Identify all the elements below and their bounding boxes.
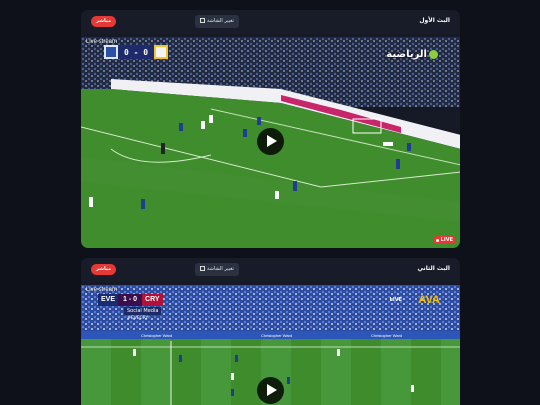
fullscreen-button[interactable]: تغيير الشاشة [195, 263, 239, 276]
video-player[interactable]: Christopher Ward Christopher Ward Christ… [81, 285, 460, 405]
away-team-crest-icon [154, 45, 169, 59]
social-media-badge: Social Media [124, 307, 162, 315]
play-button[interactable] [257, 128, 284, 155]
home-team-crest-icon [104, 45, 118, 59]
fullscreen-button-label: تغيير الشاشة [207, 266, 234, 272]
score: 0 - 0 [124, 47, 149, 57]
video-player[interactable]: De Luxe Vodka [81, 37, 460, 248]
fullscreen-icon [200, 266, 205, 271]
ad-board-text: Christopher Ward [371, 333, 402, 338]
stream-card-header: مباشر تغيير الشاشة البث الثاني [81, 258, 460, 282]
fullscreen-button[interactable]: تغيير الشاشة [195, 15, 239, 28]
fullscreen-icon [200, 18, 205, 23]
ad-board-text: Christopher Ward [261, 333, 292, 338]
live-button[interactable]: مباشر [91, 264, 117, 275]
broadcaster-logo: AVA [418, 294, 440, 306]
away-team: CRY [142, 294, 163, 306]
hashtag: #EVECRY [127, 316, 149, 321]
play-button[interactable] [257, 377, 284, 404]
scoreboard: EVE 1 - 0 CRY [98, 294, 163, 306]
home-team: EVE [98, 294, 119, 306]
fullscreen-button-label: تغيير الشاشة [207, 18, 234, 24]
channel-logo: الرياضية [386, 49, 438, 60]
scoreboard: 0 - 0 [104, 45, 169, 59]
ad-board-text: Christopher Ward [141, 333, 172, 338]
live-button[interactable]: مباشر [91, 16, 117, 27]
broadcaster-live-label: LIVE [389, 297, 402, 303]
stream-title: البث الأول [419, 17, 450, 24]
stream-card-1: مباشر تغيير الشاشة البث الأول Live strea… [81, 10, 460, 248]
live-badge: LIVE [432, 236, 456, 244]
stream-card-header: مباشر تغيير الشاشة البث الأول [81, 10, 460, 34]
score: 1 - 0 [118, 294, 143, 306]
channel-logo-icon [429, 49, 438, 59]
live-stream-label: Live stream [86, 287, 118, 293]
stream-card-2: مباشر تغيير الشاشة البث الثاني Christoph… [81, 258, 460, 405]
stream-title: البث الثاني [417, 265, 450, 272]
